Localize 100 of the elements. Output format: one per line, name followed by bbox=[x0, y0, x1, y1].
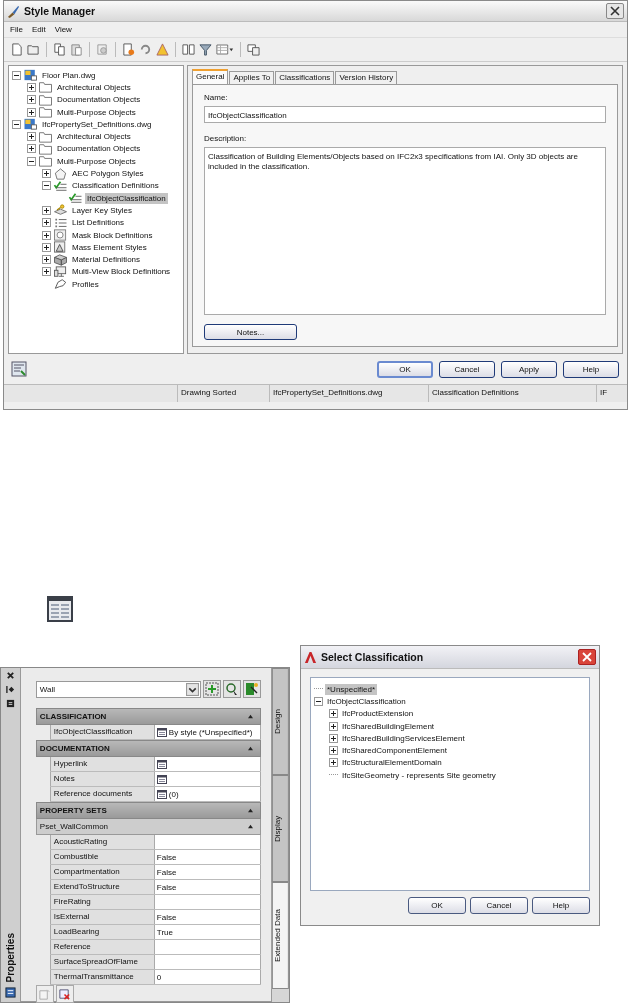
tree-item[interactable]: AEC Polygon Styles bbox=[70, 168, 146, 179]
property-value[interactable]: True bbox=[156, 927, 173, 937]
toggle-icon[interactable] bbox=[12, 119, 21, 129]
property-value[interactable]: By style (*Unspecified*) bbox=[168, 727, 253, 737]
tree-item[interactable]: IfcPropertySet_Definitions.dwg bbox=[40, 118, 154, 130]
property-value[interactable]: False bbox=[156, 867, 177, 877]
refresh-icon[interactable] bbox=[139, 43, 152, 56]
tab[interactable]: Version History bbox=[335, 71, 398, 84]
toggle-icon[interactable] bbox=[42, 205, 51, 215]
tree-item[interactable]: IfcSharedBuildingElement bbox=[340, 720, 437, 732]
toggle-icon[interactable] bbox=[314, 696, 323, 706]
section-header[interactable]: PROPERTY SETS bbox=[35, 802, 262, 819]
dialog-button[interactable]: Cancel bbox=[439, 360, 495, 378]
tree-item[interactable]: Floor Plan.dwg bbox=[40, 69, 98, 81]
tree-item[interactable]: Multi-Purpose Objects bbox=[55, 106, 138, 118]
description-field[interactable]: Classification of Building Elements/Objects based on IFC2x3 specifications from IAI. Only 3D objects are included in the classification. bbox=[204, 147, 606, 315]
tab[interactable]: Applies To bbox=[229, 71, 275, 84]
collapse-caret-icon[interactable] bbox=[247, 714, 255, 719]
value-cell[interactable] bbox=[154, 835, 262, 849]
value-cell[interactable]: False bbox=[154, 865, 262, 879]
dialog-button[interactable]: Help bbox=[563, 360, 619, 378]
collapse-caret-icon[interactable] bbox=[247, 808, 255, 813]
side-tab[interactable]: Design bbox=[272, 668, 289, 775]
toggle-icon[interactable] bbox=[27, 132, 36, 142]
close-icon[interactable] bbox=[5, 671, 15, 680]
dialog-button[interactable]: OK bbox=[377, 360, 433, 378]
tree-item[interactable]: IfcObjectClassification bbox=[85, 192, 168, 204]
object-type-dropdown[interactable]: Wall bbox=[35, 680, 201, 698]
tree-item[interactable]: IfcStructuralElementDomain bbox=[340, 757, 444, 769]
toggle-icon[interactable] bbox=[27, 156, 36, 166]
toggle-icon[interactable] bbox=[329, 709, 338, 719]
tree-item[interactable]: Classification Definitions bbox=[70, 180, 161, 192]
tree-item[interactable]: Documentation Objects bbox=[55, 143, 143, 155]
property-value[interactable]: False bbox=[156, 912, 177, 922]
name-field[interactable]: IfcObjectClassification bbox=[204, 106, 606, 123]
value-cell[interactable] bbox=[154, 772, 262, 786]
menu-item[interactable]: Edit bbox=[31, 25, 46, 34]
toggle-icon[interactable] bbox=[42, 267, 51, 277]
dialog-button[interactable]: Apply bbox=[501, 360, 557, 378]
toggle-icon[interactable] bbox=[12, 70, 21, 80]
tree-item[interactable]: Multi-Purpose Objects bbox=[55, 155, 138, 167]
close-button[interactable] bbox=[578, 649, 596, 665]
section-header[interactable]: DOCUMENTATION bbox=[35, 740, 262, 757]
toggle-icon[interactable] bbox=[42, 181, 51, 191]
list-button-icon[interactable] bbox=[156, 727, 167, 737]
value-cell[interactable] bbox=[154, 955, 262, 969]
tree-item[interactable]: Architectural Objects bbox=[55, 81, 133, 93]
tree-item[interactable]: *Unspecified* bbox=[325, 683, 378, 695]
notes-button[interactable]: Notes... bbox=[204, 324, 297, 340]
tree-item[interactable]: Material Definitions bbox=[70, 254, 143, 266]
tree-item[interactable]: IfcSharedBuildingServicesElement bbox=[340, 732, 467, 744]
tree-item[interactable]: IfcObjectClassification bbox=[325, 695, 408, 707]
tree-item[interactable]: Mask Block Definitions bbox=[70, 229, 155, 241]
tree-item[interactable]: Layer Key Styles bbox=[70, 204, 135, 216]
tree-item[interactable]: IfcSiteGeometry - represents Site geometry bbox=[340, 769, 498, 781]
close-button[interactable] bbox=[606, 3, 624, 19]
window-icon[interactable] bbox=[247, 43, 260, 56]
value-cell[interactable]: 0 bbox=[154, 970, 262, 984]
toggle-icon[interactable] bbox=[42, 169, 51, 178]
clipboard-icon[interactable] bbox=[70, 43, 83, 56]
collapse-caret-icon[interactable] bbox=[247, 824, 255, 829]
value-cell[interactable]: False bbox=[154, 910, 262, 924]
property-value[interactable]: (0) bbox=[168, 789, 179, 799]
property-value[interactable]: False bbox=[156, 882, 177, 892]
menu-item[interactable]: File bbox=[10, 25, 23, 34]
tree-item[interactable]: IfcSharedComponentElement bbox=[340, 745, 449, 757]
collapse-caret-icon[interactable] bbox=[247, 746, 255, 751]
side-tab[interactable]: Display bbox=[272, 775, 289, 882]
toggle-icon[interactable] bbox=[42, 218, 51, 228]
value-cell[interactable] bbox=[154, 757, 262, 771]
toggle-icon[interactable] bbox=[27, 95, 36, 105]
dialog-button[interactable]: Help bbox=[532, 897, 590, 914]
columns-icon[interactable] bbox=[182, 43, 195, 56]
toggle-icon[interactable] bbox=[329, 733, 338, 743]
side-tab[interactable]: Extended Data bbox=[272, 882, 289, 989]
tree-item[interactable]: Multi-View Block Definitions bbox=[70, 266, 173, 278]
filter-icon[interactable] bbox=[199, 43, 212, 56]
value-cell[interactable]: By style (*Unspecified*) bbox=[154, 725, 262, 739]
folder-icon[interactable] bbox=[27, 43, 40, 56]
toggle-icon[interactable] bbox=[329, 721, 338, 731]
tree-item[interactable]: IfcProductExtension bbox=[340, 708, 416, 720]
toggle-icon[interactable] bbox=[42, 242, 51, 252]
toggle-icon[interactable] bbox=[27, 144, 36, 154]
copy-icon[interactable] bbox=[53, 43, 66, 56]
pin-icon[interactable] bbox=[5, 685, 15, 694]
value-cell[interactable]: False bbox=[154, 850, 262, 864]
settings-window-icon[interactable] bbox=[11, 361, 27, 377]
section-header[interactable]: CLASSIFICATION bbox=[35, 708, 262, 725]
tree-item[interactable]: Mass Element Styles bbox=[70, 241, 149, 253]
property-value[interactable]: 0 bbox=[156, 972, 162, 982]
value-cell[interactable] bbox=[154, 895, 262, 909]
toggle-icon[interactable] bbox=[42, 230, 51, 240]
delete-button[interactable] bbox=[55, 985, 74, 1003]
tree-item[interactable]: List Definitions bbox=[70, 217, 127, 229]
dialog-button[interactable]: OK bbox=[408, 897, 466, 914]
tree-item[interactable]: Profiles bbox=[70, 278, 101, 290]
list-button-icon[interactable] bbox=[156, 759, 167, 769]
page-icon[interactable] bbox=[10, 43, 23, 56]
dialog-button[interactable]: Cancel bbox=[470, 897, 528, 914]
toggle-icon[interactable] bbox=[329, 746, 338, 756]
